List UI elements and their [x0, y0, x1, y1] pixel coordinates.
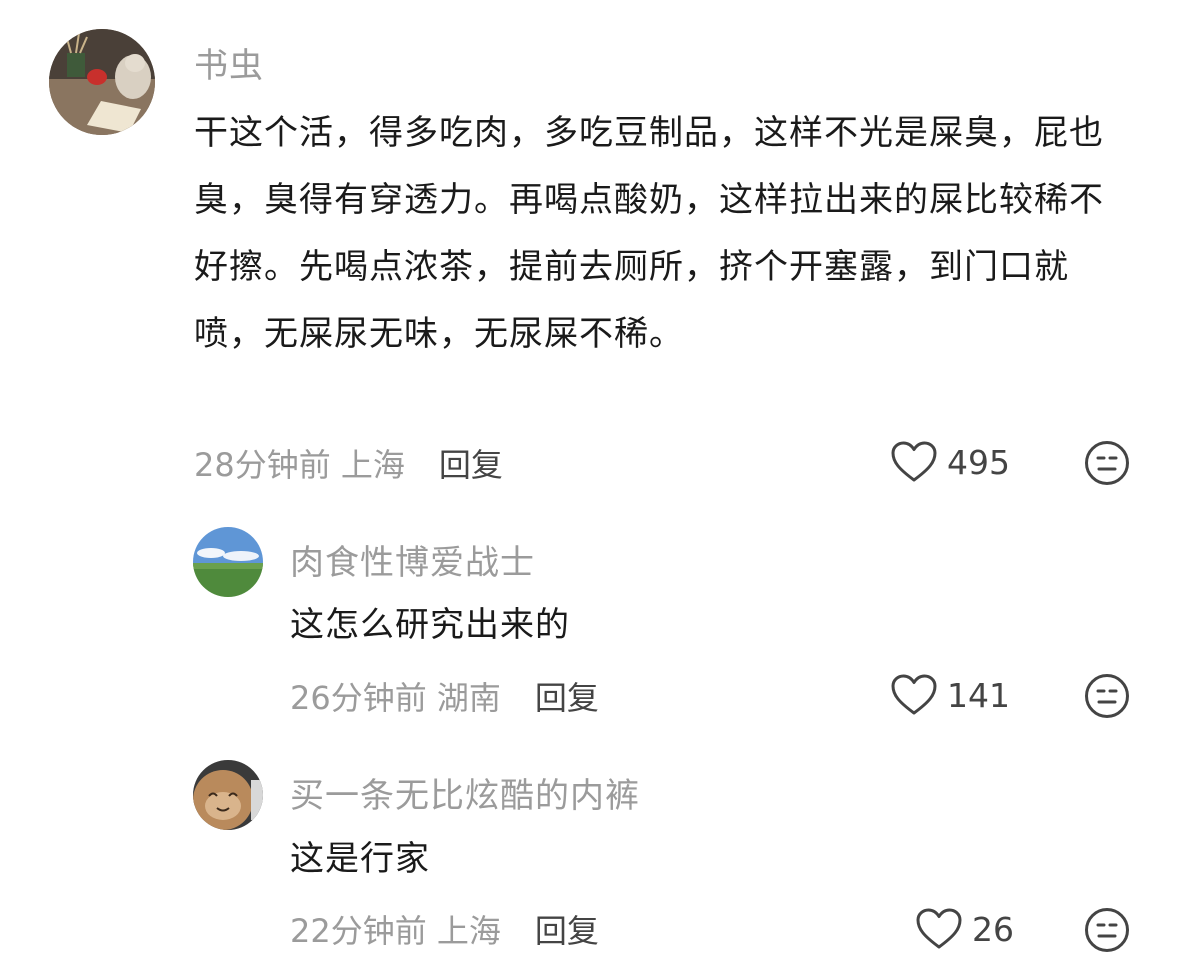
- dislike-button[interactable]: [1084, 673, 1130, 719]
- heart-outline-icon: [891, 441, 937, 483]
- comment-meta: 28分钟前 上海 回复: [194, 440, 503, 486]
- username[interactable]: 肉食性博爱战士: [290, 535, 535, 584]
- username[interactable]: 买一条无比炫酷的内裤: [290, 768, 640, 817]
- like-count: 26: [972, 909, 1014, 949]
- avatar[interactable]: [49, 29, 155, 135]
- comment-location: 湖南: [436, 679, 501, 717]
- avatar[interactable]: [193, 760, 263, 830]
- comment-location: 上海: [340, 446, 405, 484]
- like-count: 141: [947, 675, 1010, 715]
- comment-time: 26分钟前: [290, 679, 427, 717]
- comment-text: 干这个活，得多吃肉，多吃豆制品，这样不光是屎臭，屁也臭，臭得有穿透力。再喝点酸奶…: [194, 113, 1104, 354]
- heart-outline-icon: [916, 908, 962, 950]
- like-count: 495: [947, 442, 1010, 482]
- dislike-button[interactable]: [1084, 907, 1130, 953]
- like-button[interactable]: 141: [891, 674, 1010, 716]
- like-button[interactable]: 495: [891, 441, 1010, 483]
- reply-button[interactable]: 回复: [535, 673, 599, 719]
- comment-meta-time-location: 26分钟前 湖南: [290, 673, 501, 719]
- reply-button[interactable]: 回复: [439, 440, 503, 486]
- username[interactable]: 书虫: [194, 38, 264, 87]
- like-button[interactable]: 26: [916, 908, 1014, 950]
- comment-text: 这是行家: [290, 839, 430, 879]
- comment-meta-time-location: 22分钟前 上海: [290, 906, 501, 952]
- comment-text: 这怎么研究出来的: [290, 605, 570, 645]
- reply-button[interactable]: 回复: [535, 906, 599, 952]
- comment-time: 22分钟前: [290, 912, 427, 950]
- comment-meta: 26分钟前 湖南 回复: [290, 673, 599, 719]
- neutral-face-icon: [1085, 674, 1129, 718]
- neutral-face-icon: [1085, 441, 1129, 485]
- dislike-button[interactable]: [1084, 440, 1130, 486]
- neutral-face-icon: [1085, 908, 1129, 952]
- comment-meta: 22分钟前 上海 回复: [290, 906, 599, 952]
- comment-meta-time-location: 28分钟前 上海: [194, 440, 405, 486]
- heart-outline-icon: [891, 674, 937, 716]
- comment-time: 28分钟前: [194, 446, 331, 484]
- avatar[interactable]: [193, 527, 263, 597]
- comment-location: 上海: [436, 912, 501, 950]
